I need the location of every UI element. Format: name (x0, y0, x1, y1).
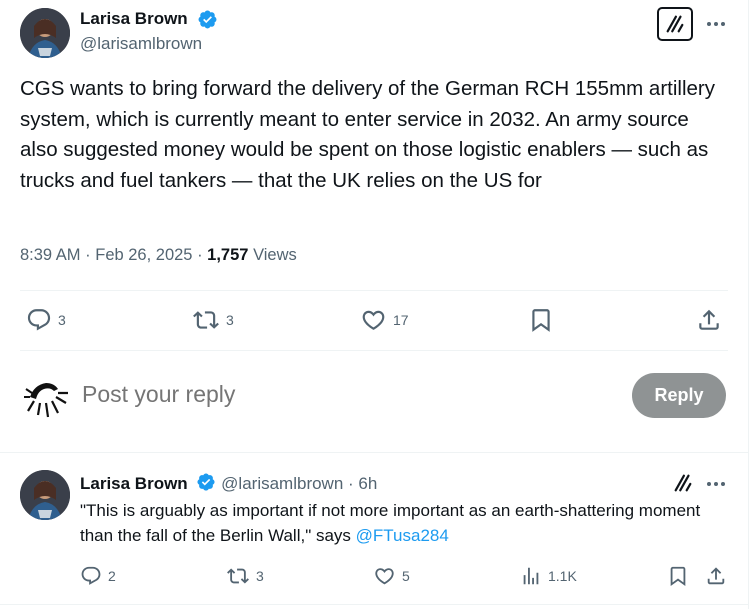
bookmark-icon (532, 309, 550, 332)
views-count: 1,757 (207, 246, 249, 264)
share-action-button[interactable] (705, 565, 727, 587)
reply-author-avatar[interactable] (20, 470, 70, 520)
repost-icon (227, 568, 249, 584)
bookmark-icon (670, 566, 686, 587)
reply-icon (27, 309, 51, 331)
reply-age[interactable]: 6h (358, 474, 377, 493)
verified-badge-icon (196, 472, 216, 497)
reply-action-button[interactable]: 3 (26, 307, 66, 333)
share-icon (699, 309, 719, 330)
tweet-meta: 8:39 AM · Feb 26, 2025 · 1,757 Views (20, 246, 297, 264)
reply-icon (81, 566, 101, 585)
like-action-button[interactable]: 5 (373, 565, 410, 587)
like-count: 17 (393, 312, 409, 328)
divider (0, 604, 749, 605)
tweet-text: CGS wants to bring forward the delivery … (20, 77, 715, 192)
viewer-avatar[interactable] (20, 371, 70, 421)
more-options-icon[interactable] (706, 14, 726, 34)
repost-action-button[interactable]: 3 (192, 307, 234, 333)
tweet-date[interactable]: Feb 26, 2025 (95, 246, 192, 264)
reply-author-header: Larisa Brown @larisamlbrown · 6h (80, 472, 377, 497)
heart-icon (375, 568, 394, 585)
share-icon (707, 567, 725, 585)
grok-icon[interactable] (672, 472, 694, 494)
like-count: 5 (402, 568, 410, 584)
reply-button[interactable]: Reply (632, 373, 726, 418)
like-action-button[interactable]: 17 (360, 307, 409, 333)
author-handle[interactable]: @larisamlbrown (80, 34, 202, 54)
divider (0, 452, 749, 453)
mention-link[interactable]: @FTusa284 (356, 526, 449, 545)
divider (20, 290, 728, 291)
bookmark-action-button[interactable] (528, 307, 554, 333)
reply-tweet-text: "This is arguably as important if not mo… (80, 498, 730, 548)
verified-badge-icon (197, 9, 218, 35)
repost-icon (193, 311, 219, 329)
reply-count: 2 (108, 568, 116, 584)
reply-count: 3 (58, 312, 66, 328)
bookmark-action-button[interactable] (667, 565, 689, 587)
reply-input[interactable] (82, 381, 602, 408)
reply-action-button[interactable]: 2 (80, 565, 116, 587)
reply-author-handle[interactable]: @larisamlbrown (221, 474, 343, 493)
repost-count: 3 (226, 312, 234, 328)
share-action-button[interactable] (696, 307, 722, 333)
grok-icon[interactable] (657, 7, 693, 41)
author-avatar[interactable] (20, 8, 70, 58)
views-action-button[interactable]: 1.1K (520, 565, 577, 587)
views-count: 1.1K (548, 568, 577, 584)
more-options-icon[interactable] (706, 474, 726, 494)
views-label: Views (253, 246, 297, 264)
repost-count: 3 (256, 568, 264, 584)
tweet-time[interactable]: 8:39 AM (20, 246, 81, 264)
heart-icon (362, 310, 385, 330)
tweet-detail-panel: Larisa Brown @larisamlbrown CGS wants to… (0, 0, 749, 609)
author-name[interactable]: Larisa Brown (80, 9, 188, 29)
repost-action-button[interactable]: 3 (226, 565, 264, 587)
analytics-icon (523, 567, 539, 585)
reply-author-name[interactable]: Larisa Brown (80, 474, 188, 493)
divider (20, 350, 728, 351)
reply-composer: Reply (20, 369, 730, 425)
